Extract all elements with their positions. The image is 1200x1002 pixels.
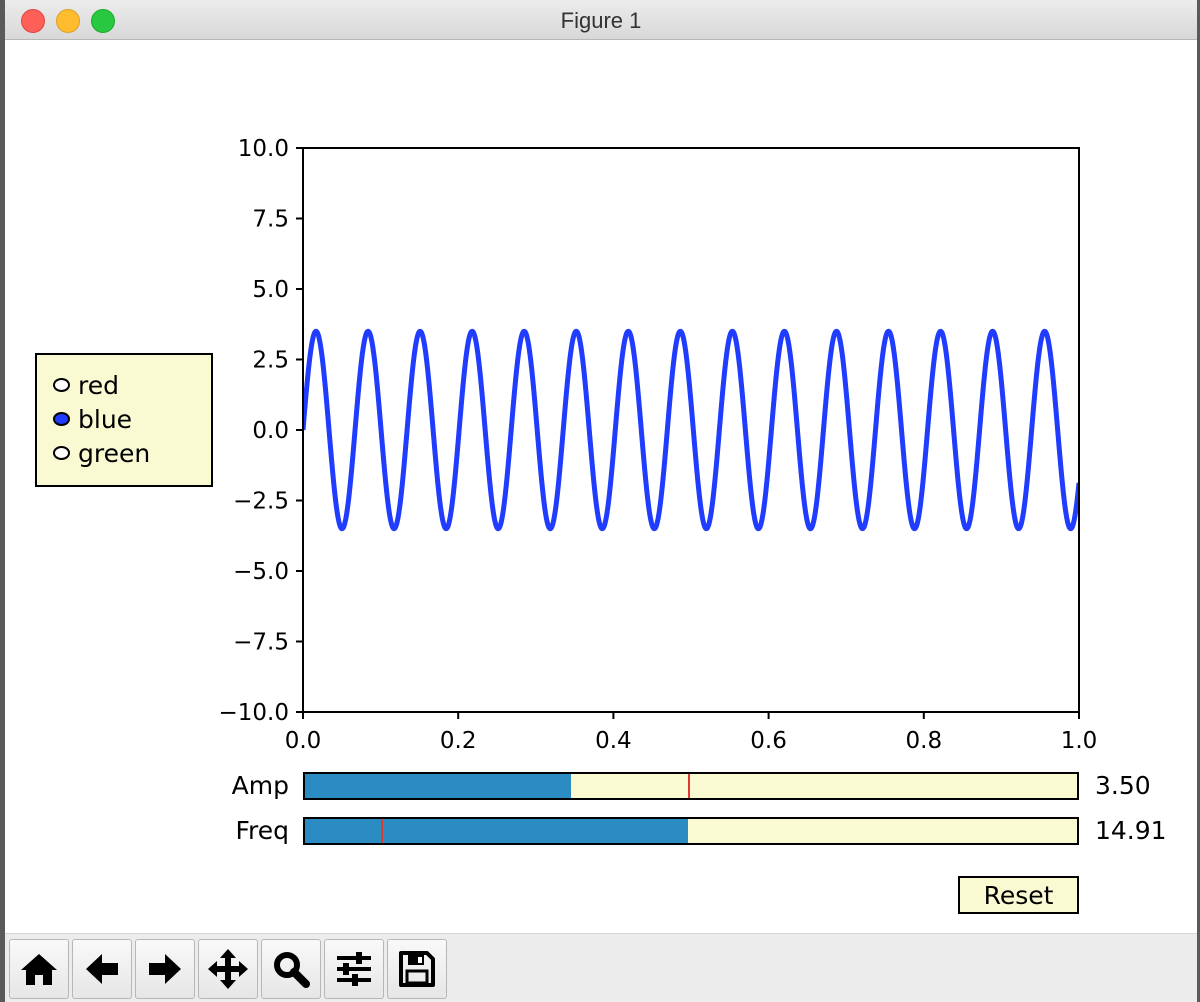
home-icon (21, 954, 57, 985)
radio-circle-icon (53, 446, 70, 460)
reset-button[interactable]: Reset (958, 876, 1079, 914)
freq-slider[interactable] (303, 817, 1079, 845)
window-title: Figure 1 (560, 8, 642, 33)
x-tick-label: 1.0 (1061, 728, 1098, 754)
amp-slider[interactable] (303, 772, 1079, 800)
home-button[interactable] (9, 939, 69, 999)
title-bar: Figure 1 (5, 0, 1197, 40)
forward-button[interactable] (135, 939, 195, 999)
zoom-button[interactable] (261, 939, 321, 999)
configure-subplots-icon (337, 952, 371, 986)
amp-slider-fill (305, 774, 571, 798)
x-tick-label: 0.0 (285, 728, 322, 754)
back-button[interactable] (72, 939, 132, 999)
radio-circle-icon (53, 378, 70, 392)
save-button[interactable] (387, 939, 447, 999)
configure-subplots-button[interactable] (324, 939, 384, 999)
amp-slider-initial-marker (687, 774, 690, 798)
y-tick-label: −10.0 (219, 700, 289, 726)
x-tick-label: 0.8 (906, 728, 943, 754)
pan-button[interactable] (198, 939, 258, 999)
y-tick-label: 5.0 (252, 277, 289, 303)
y-tick-label: 0.0 (252, 418, 289, 444)
figure-window: Figure 1 0.0 0.2 0.4 0.6 0.8 1.0 10.0 7.5 5.0 2.5… (5, 0, 1197, 1002)
y-tick-label: −7.5 (233, 630, 289, 656)
radio-option-green[interactable]: green (53, 438, 150, 468)
freq-slider-fill (305, 819, 688, 843)
radio-label: red (78, 370, 119, 400)
radio-circle-selected-icon (53, 412, 70, 426)
radio-label: green (78, 438, 151, 468)
back-arrow-icon (86, 954, 118, 984)
freq-slider-value: 14.91 (1095, 816, 1167, 845)
sine-wave-line (303, 328, 1079, 532)
y-tick-label: 2.5 (252, 348, 289, 374)
amp-slider-label: Amp (231, 771, 289, 800)
freq-slider-initial-marker (380, 819, 383, 843)
zoom-magnifier-icon (274, 952, 310, 988)
y-tick-label: −2.5 (233, 489, 289, 515)
figure-canvas: 0.0 0.2 0.4 0.6 0.8 1.0 10.0 7.5 5.0 2.5 0.0 −2.5 −5… (5, 40, 1197, 933)
color-radio-panel: red blue green (35, 353, 213, 487)
x-tick-label: 0.4 (595, 728, 632, 754)
forward-arrow-icon (149, 954, 181, 984)
save-floppy-icon (399, 951, 435, 987)
y-tick-label: 10.0 (238, 136, 289, 162)
radio-label: blue (78, 404, 133, 434)
radio-option-blue[interactable]: blue (53, 404, 132, 434)
pan-move-icon (208, 949, 248, 989)
freq-slider-label: Freq (235, 816, 289, 845)
x-tick-label: 0.6 (750, 728, 787, 754)
navigation-toolbar (5, 933, 1197, 1002)
amp-slider-value: 3.50 (1095, 771, 1151, 800)
y-tick-label: −5.0 (233, 559, 289, 585)
radio-option-red[interactable]: red (53, 370, 119, 400)
y-tick-label: 7.5 (252, 207, 289, 233)
x-tick-label: 0.2 (440, 728, 477, 754)
